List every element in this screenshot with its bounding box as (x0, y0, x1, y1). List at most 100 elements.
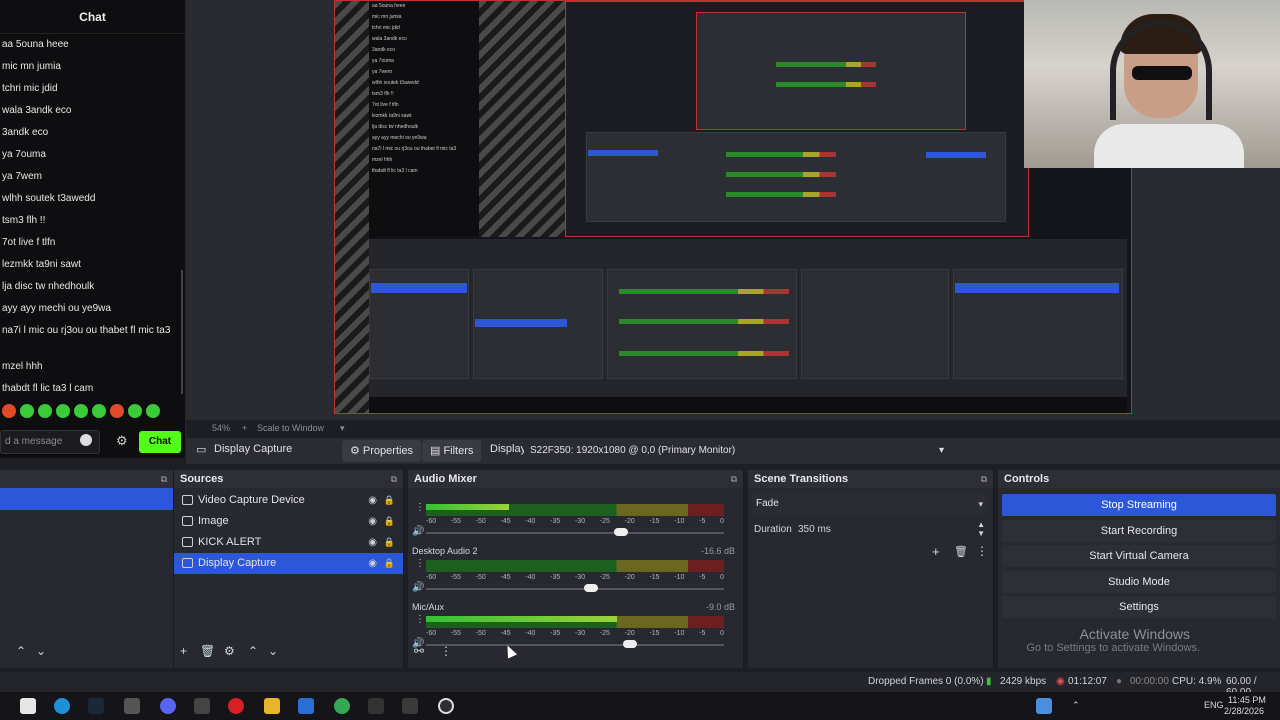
meter-scale: -60 -55 -50 -45 -40 -35 -30 -25 -20 -15 -10 -5 0 (426, 630, 724, 640)
chat-message: mzel hhh (2, 361, 43, 372)
source-item[interactable]: Image ◉ 🔒 (174, 511, 403, 532)
filters-label: Filters (443, 445, 474, 457)
more-icon[interactable]: ⋮ (440, 644, 452, 658)
zoom-level[interactable]: 54% (212, 423, 230, 433)
scale-mode[interactable]: Scale to Window (257, 423, 324, 433)
popout-icon[interactable]: ⧉ (391, 470, 397, 488)
stepper-icon[interactable]: ▲ ▼ (977, 520, 985, 538)
edge-icon[interactable] (54, 698, 70, 714)
app-icon[interactable] (298, 698, 314, 714)
sources-title: Sources (180, 473, 224, 485)
emote-icon[interactable] (74, 404, 88, 418)
channel-menu-icon[interactable]: ⋮ (415, 502, 425, 513)
filters-button[interactable]: ▤ Filters (422, 440, 482, 462)
chevron-up-icon[interactable]: ⌃ (16, 644, 26, 658)
duration-input[interactable]: 350 ms (798, 524, 831, 535)
nested-chat: aa 5ouna heee mic mn jumia tchri mic jdid w… (369, 1, 479, 237)
lock-icon[interactable]: 🔒 (384, 553, 395, 574)
settings-button[interactable]: Settings (1002, 596, 1276, 619)
studio-mode-button[interactable]: Studio Mode (1002, 570, 1276, 593)
chat-send-button[interactable]: Chat (139, 431, 181, 453)
properties-button[interactable]: ⚙ Properties (342, 440, 422, 462)
language[interactable]: ENG (1204, 700, 1224, 710)
notification-icon[interactable] (1036, 698, 1052, 714)
eye-icon[interactable]: ◉ (368, 532, 377, 553)
gear-icon[interactable]: ⚙ (116, 433, 128, 449)
scene-item[interactable] (0, 488, 173, 510)
lock-icon[interactable]: 🔒 (384, 511, 395, 532)
mixer-channel: Desktop Audio 2 -16.6 dB ⋮ -60 -55 -50 -45 -40-… (408, 544, 743, 600)
eye-icon[interactable]: ◉ (368, 490, 377, 511)
discord-icon[interactable] (160, 698, 176, 714)
gear-icon[interactable]: ⚙ (224, 644, 235, 658)
chrome-icon[interactable] (334, 698, 350, 714)
folder-icon[interactable] (264, 698, 280, 714)
opera-icon[interactable] (228, 698, 244, 714)
clock-date[interactable]: 2/28/2026 (1224, 706, 1264, 716)
emote-icon[interactable] (92, 404, 106, 418)
eye-icon[interactable]: ◉ (368, 553, 377, 574)
start-virtual-camera-button[interactable]: Start Virtual Camera (1002, 545, 1276, 568)
chat-message: ya 7wem (2, 171, 43, 182)
start-recording-button[interactable]: Start Recording (1002, 519, 1276, 542)
emote-icon[interactable] (38, 404, 52, 418)
popout-icon[interactable]: ⧉ (161, 470, 167, 488)
source-item[interactable]: Display Capture ◉ 🔒 (174, 553, 403, 574)
emote-icon[interactable] (20, 404, 34, 418)
trash-icon[interactable]: 🗑 (200, 644, 215, 658)
app-icon[interactable] (402, 698, 418, 714)
chevron-up-icon[interactable]: ⌃ (248, 644, 258, 658)
speaker-icon[interactable]: 🔊 (412, 526, 424, 537)
plus-icon[interactable]: + (242, 423, 247, 433)
chevron-down-icon[interactable]: ▾ (340, 423, 345, 434)
obs-icon[interactable] (438, 698, 454, 714)
volume-knob[interactable] (583, 584, 598, 592)
display-select[interactable]: S22F350: 1920x1080 @ 0,0 (Primary Monito… (524, 441, 950, 461)
chat-message-list: aa 5ouna heee mic mn jumia tchri mic jdid w… (0, 34, 185, 400)
meter-tick: -5 (699, 630, 706, 637)
popout-icon[interactable]: ⧉ (981, 470, 987, 488)
add-icon[interactable]: + (932, 544, 940, 559)
emoji-icon[interactable] (80, 434, 92, 446)
chat-scrollbar[interactable] (181, 270, 183, 394)
lock-icon[interactable]: 🔒 (384, 532, 395, 553)
source-toolbar: ▭ Display Capture ⚙ Properties ▤ Filters… (186, 438, 1280, 464)
emote-icon[interactable] (2, 404, 16, 418)
store-icon[interactable] (124, 698, 140, 714)
speaker-icon[interactable]: 🔊 (412, 582, 424, 593)
eye-icon[interactable]: ◉ (368, 511, 377, 532)
volume-slider[interactable] (426, 528, 724, 536)
more-icon[interactable]: ⋮ (976, 544, 988, 558)
volume-slider[interactable] (426, 584, 724, 592)
add-icon[interactable]: + (180, 644, 187, 658)
meter-tick: -30 (574, 518, 586, 525)
trash-icon[interactable]: 🗑 (954, 545, 968, 558)
transition-select[interactable]: Fade (752, 494, 989, 514)
channel-menu-icon[interactable]: ⋮ (415, 614, 425, 625)
steam-icon[interactable] (88, 698, 104, 714)
chevron-down-icon[interactable]: ⌄ (268, 644, 278, 658)
app-icon[interactable] (194, 698, 210, 714)
popout-icon[interactable]: ⧉ (731, 470, 737, 488)
chevron-up-icon[interactable]: ⌃ (1072, 700, 1080, 711)
emote-icon[interactable] (128, 404, 142, 418)
emote-icon[interactable] (56, 404, 70, 418)
volume-knob[interactable] (613, 528, 628, 536)
chat-panel: Chat aa 5ouna heee mic mn jumia tchri mic … (0, 0, 186, 458)
preview-canvas[interactable]: aa 5ouna heee mic mn jumia tchri mic jdid w… (186, 0, 1280, 420)
clock-time[interactable]: 11:45 PM (1228, 695, 1266, 705)
chevron-down-icon[interactable]: ⌄ (36, 644, 46, 658)
capcut-icon[interactable] (368, 698, 384, 714)
emote-icon[interactable] (110, 404, 124, 418)
lock-icon[interactable]: 🔒 (384, 490, 395, 511)
channel-menu-icon[interactable]: ⋮ (415, 558, 425, 569)
source-item[interactable]: Video Capture Device ◉ 🔒 (174, 490, 403, 511)
emote-icon[interactable] (146, 404, 160, 418)
meter-tick: -60 (426, 630, 437, 637)
windows-taskbar: ⌃ ENG 11:45 PM 2/28/2026 (0, 692, 1280, 720)
source-label: KICK ALERT (198, 536, 262, 548)
source-item[interactable]: KICK ALERT ◉ 🔒 (174, 532, 403, 553)
stop-streaming-button[interactable]: Stop Streaming (1002, 494, 1276, 516)
file-icon[interactable] (20, 698, 36, 714)
link-icon[interactable]: ⚯ (414, 644, 424, 658)
